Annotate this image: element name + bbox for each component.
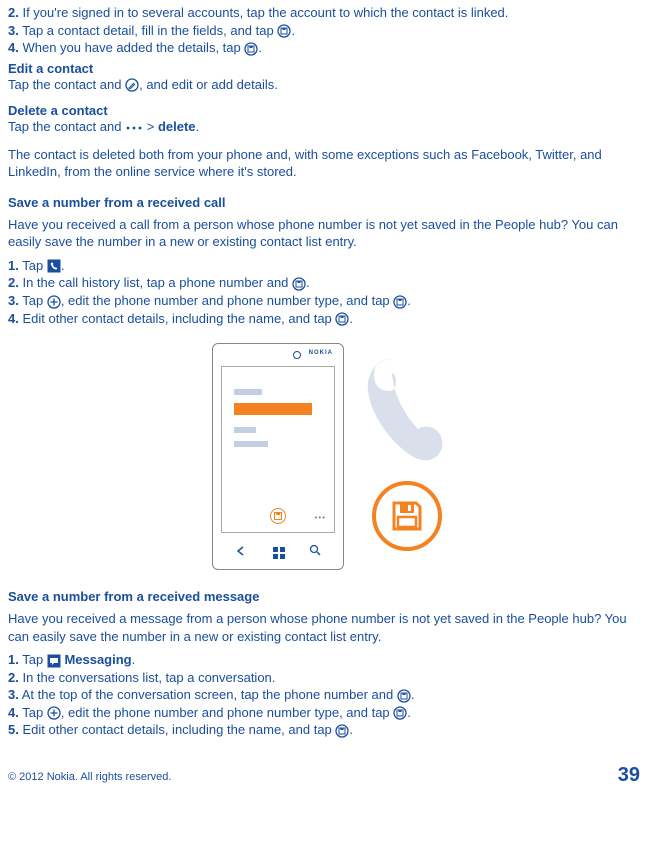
text: Tap — [22, 705, 47, 720]
text: , edit the phone number and phone number… — [61, 293, 393, 308]
step-num: 4. — [8, 705, 19, 720]
text: Tap — [22, 258, 47, 273]
edit-icon — [125, 78, 139, 92]
text: At the top of the conversation screen, t… — [22, 687, 397, 702]
text: Tap the contact and — [8, 119, 125, 134]
save-icon — [335, 724, 349, 738]
save-msg-step-3: 3. At the top of the conversation screen… — [8, 686, 640, 704]
step-2: 2. If you're signed in to several accoun… — [8, 4, 640, 22]
text: . — [407, 293, 411, 308]
text: . — [349, 311, 353, 326]
step-num: 4. — [8, 311, 19, 326]
save-icon — [393, 295, 407, 309]
save-msg-step-5: 5. Edit other contact details, including… — [8, 721, 640, 739]
text: In the call history list, tap a phone nu… — [22, 275, 292, 290]
step-text: . — [258, 40, 262, 55]
save-call-step-4: 4. Edit other contact details, including… — [8, 310, 640, 328]
page-content: 2. If you're signed in to several accoun… — [0, 0, 648, 739]
text: . — [306, 275, 310, 290]
text: . — [349, 722, 353, 737]
step-text: . — [291, 23, 295, 38]
phone-tile-icon — [47, 259, 61, 273]
page-number: 39 — [618, 764, 640, 787]
plus-icon — [47, 295, 61, 309]
step-text: Tap a contact detail, fill in the fields… — [22, 23, 277, 38]
step-num: 1. — [8, 258, 19, 273]
heading-save-call: Save a number from a received call — [8, 195, 640, 210]
phone-brand: NOKIA — [309, 350, 333, 356]
step-num: 5. — [8, 722, 19, 737]
step-3: 3. Tap a contact detail, fill in the fie… — [8, 22, 640, 40]
more-icon: ••• — [315, 513, 326, 522]
placeholder-line — [234, 427, 256, 433]
illustration: NOKIA ••• — [8, 343, 640, 571]
text: Edit other contact details, including th… — [22, 311, 335, 326]
edit-contact-text: Tap the contact and , and edit or add de… — [8, 76, 640, 94]
text: Tap — [22, 652, 47, 667]
back-icon — [234, 545, 248, 560]
text: . — [61, 258, 65, 273]
step-num: 2. — [8, 670, 19, 685]
heading-delete-contact: Delete a contact — [8, 103, 640, 118]
step-text: When you have added the details, tap — [22, 40, 244, 55]
heading-edit-contact: Edit a contact — [8, 61, 640, 76]
phone-speaker — [293, 351, 301, 359]
plus-icon — [47, 706, 61, 720]
search-icon — [309, 544, 322, 560]
step-num: 4. — [8, 40, 19, 55]
phone-outline: NOKIA ••• — [212, 343, 344, 570]
windows-icon — [273, 547, 283, 557]
text: Tap the contact and — [8, 77, 125, 92]
highlight-line — [234, 403, 312, 415]
phone-navbar — [221, 541, 335, 563]
save-call-step-2: 2. In the call history list, tap a phone… — [8, 274, 640, 292]
delete-contact-text: Tap the contact and > delete. — [8, 118, 640, 136]
step-text: If you're signed in to several accounts,… — [22, 5, 508, 20]
footer: © 2012 Nokia. All rights reserved. 39 — [0, 771, 648, 793]
step-num: 2. — [8, 275, 19, 290]
save-icon — [393, 706, 407, 720]
save-msg-step-2: 2. In the conversations list, tap a conv… — [8, 669, 640, 687]
placeholder-line — [234, 441, 268, 447]
save-msg-step-1: 1. Tap Messaging. — [8, 651, 640, 669]
save-icon — [277, 24, 291, 38]
text: Edit other contact details, including th… — [22, 722, 335, 737]
gt: > — [147, 119, 155, 134]
text: . — [411, 687, 415, 702]
text: . — [132, 652, 136, 667]
text: In the conversations list, tap a convers… — [22, 670, 275, 685]
save-call-step-1: 1. Tap . — [8, 257, 640, 275]
copyright: © 2012 Nokia. All rights reserved. — [8, 771, 171, 783]
placeholder-line — [234, 389, 262, 395]
text: Tap — [22, 293, 47, 308]
save-msg-step-4: 4. Tap , edit the phone number and phone… — [8, 704, 640, 722]
save-msg-intro: Have you received a message from a perso… — [8, 610, 640, 645]
step-num: 3. — [8, 293, 19, 308]
save-icon — [270, 508, 286, 524]
messaging-tile-icon — [47, 654, 61, 668]
step-num: 1. — [8, 652, 19, 667]
save-icon — [292, 277, 306, 291]
save-icon — [397, 689, 411, 703]
phone-screen: ••• — [221, 366, 335, 533]
step-num: 3. — [8, 23, 19, 38]
text: , edit the phone number and phone number… — [61, 705, 393, 720]
more-icon — [125, 124, 143, 132]
period: . — [196, 119, 200, 134]
handset-icon — [362, 351, 454, 471]
delete-word: delete — [158, 119, 196, 134]
save-large-icon — [372, 481, 442, 551]
save-call-step-3: 3. Tap , edit the phone number and phone… — [8, 292, 640, 310]
text: , and edit or add details. — [139, 77, 278, 92]
heading-save-msg: Save a number from a received message — [8, 589, 640, 604]
step-num: 3. — [8, 687, 19, 702]
step-num: 2. — [8, 5, 19, 20]
save-call-intro: Have you received a call from a person w… — [8, 216, 640, 251]
messaging-label: Messaging — [64, 652, 131, 667]
step-4: 4. When you have added the details, tap … — [8, 39, 640, 57]
text: . — [407, 705, 411, 720]
delete-note: The contact is deleted both from your ph… — [8, 146, 640, 181]
save-icon — [335, 312, 349, 326]
save-icon — [244, 42, 258, 56]
